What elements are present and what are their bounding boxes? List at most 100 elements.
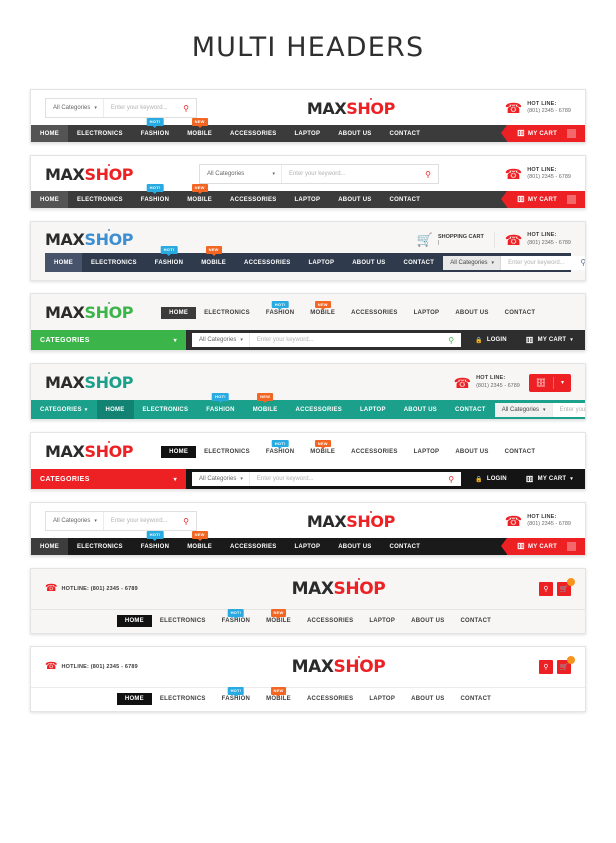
- nav-item-mobile[interactable]: NEW MOBILE: [178, 118, 221, 142]
- nav-item-fashion[interactable]: HOT! FASHION: [258, 439, 302, 458]
- nav-item-contact[interactable]: CONTACT: [446, 400, 495, 419]
- nav-item-fashion[interactable]: HOT! FASHION: [197, 393, 243, 419]
- search-bar[interactable]: All Categories ▾ Enter your keyword... ⚲: [192, 333, 462, 347]
- my-cart-button[interactable]: 🗄 MY CART ▾: [517, 330, 582, 350]
- nav-item-aboutus[interactable]: ABOUT US: [447, 307, 496, 319]
- nav-item-aboutus[interactable]: ABOUT US: [447, 446, 496, 458]
- search-bar[interactable]: All Categories ▾ Enter your keyword... ⚲: [45, 511, 197, 531]
- shopping-cart-block[interactable]: 🛒 SHOPPING CART |: [417, 233, 484, 246]
- nav-item-home[interactable]: HOME: [31, 538, 68, 555]
- nav-item-home[interactable]: HOME: [116, 615, 152, 627]
- brand-logo[interactable]: MAXSHOP: [45, 442, 134, 461]
- nav-item-fashion[interactable]: HOT! FASHION: [146, 246, 192, 272]
- nav-item-laptop[interactable]: LAPTOP: [351, 400, 395, 419]
- brand-logo[interactable]: MAXSHOP: [45, 373, 134, 392]
- nav-item-laptop[interactable]: LAPTOP: [285, 538, 329, 555]
- brand-logo[interactable]: MAXSHOP: [307, 512, 396, 531]
- categories-button[interactable]: CATEGORIES ▾: [31, 469, 186, 489]
- search-icon[interactable]: ⚲: [441, 336, 461, 345]
- nav-item-fashion[interactable]: HOT! FASHION: [132, 184, 178, 208]
- nav-item-accessories[interactable]: ACCESSORIES: [287, 400, 351, 419]
- search-button[interactable]: ⚲: [539, 660, 553, 674]
- search-icon[interactable]: ⚲: [418, 170, 438, 179]
- search-icon[interactable]: ⚲: [176, 517, 196, 526]
- nav-item-contact[interactable]: CONTACT: [452, 615, 499, 627]
- nav-item-electronics[interactable]: ELECTRONICS: [196, 446, 258, 458]
- nav-item-contact[interactable]: CONTACT: [381, 538, 430, 555]
- nav-item-contact[interactable]: CONTACT: [381, 191, 430, 208]
- nav-item-fashion[interactable]: HOT! FASHION: [214, 609, 258, 627]
- search-input[interactable]: Enter your keyword...: [552, 402, 585, 417]
- cart-count-box[interactable]: [565, 191, 585, 208]
- login-button[interactable]: 🔒 LOGIN: [466, 330, 516, 350]
- nav-item-mobile[interactable]: NEW MOBILE: [192, 246, 235, 272]
- my-cart-button[interactable]: 🗄 MY CART: [501, 538, 565, 555]
- nav-item-aboutus[interactable]: ABOUT US: [329, 191, 380, 208]
- my-cart-button[interactable]: 🗄 MY CART: [501, 125, 565, 142]
- nav-item-contact[interactable]: CONTACT: [497, 446, 544, 458]
- nav-item-accessories[interactable]: ACCESSORIES: [235, 253, 299, 272]
- cart-dropdown-button[interactable]: 🗄 ▾: [528, 373, 571, 392]
- nav-item-laptop[interactable]: LAPTOP: [361, 693, 403, 705]
- nav-item-contact[interactable]: CONTACT: [497, 307, 544, 319]
- search-input[interactable]: Enter your keyword...: [104, 518, 176, 524]
- nav-item-laptop[interactable]: LAPTOP: [406, 307, 448, 319]
- nav-item-home[interactable]: HOME: [31, 125, 68, 142]
- nav-item-fashion[interactable]: HOT! FASHION: [258, 300, 302, 319]
- search-icon[interactable]: ⚲: [573, 255, 585, 270]
- brand-logo[interactable]: MAXSHOP: [45, 230, 134, 249]
- nav-item-mobile[interactable]: NEW MOBILE: [302, 300, 343, 319]
- nav-item-laptop[interactable]: LAPTOP: [299, 253, 343, 272]
- brand-logo[interactable]: MAXSHOP: [45, 303, 134, 322]
- cart-button[interactable]: 🛒: [557, 578, 575, 596]
- search-bar[interactable]: All Categories ▾ Enter your keyword... ⚲: [45, 98, 197, 118]
- nav-item-mobile[interactable]: NEW MOBILE: [244, 393, 287, 419]
- categories-button[interactable]: CATEGORIES ▾: [31, 330, 186, 350]
- nav-item-accessories[interactable]: ACCESSORIES: [221, 125, 285, 142]
- nav-item-accessories[interactable]: ACCESSORIES: [221, 191, 285, 208]
- nav-item-electronics[interactable]: ELECTRONICS: [68, 191, 132, 208]
- search-input[interactable]: Enter your keyword...: [104, 105, 176, 111]
- cart-count-box[interactable]: [565, 538, 585, 555]
- cart-button[interactable]: 🛒: [557, 656, 575, 674]
- search-bar[interactable]: All Categories ▾ Enter your keyword... ⚲: [198, 164, 439, 184]
- brand-logo[interactable]: MAXSHOP: [292, 579, 386, 599]
- nav-item-aboutus[interactable]: ABOUT US: [403, 693, 452, 705]
- brand-logo[interactable]: MAXSHOP: [45, 165, 134, 184]
- nav-item-mobile[interactable]: NEW MOBILE: [302, 439, 343, 458]
- nav-item-laptop[interactable]: LAPTOP: [361, 615, 403, 627]
- nav-item-laptop[interactable]: LAPTOP: [406, 446, 448, 458]
- brand-logo[interactable]: MAXSHOP: [292, 657, 386, 677]
- nav-item-home[interactable]: HOME: [31, 191, 68, 208]
- nav-item-aboutus[interactable]: ABOUT US: [329, 538, 380, 555]
- nav-item-electronics[interactable]: ELECTRONICS: [68, 538, 132, 555]
- nav-item-accessories[interactable]: ACCESSORIES: [221, 538, 285, 555]
- nav-item-accessories[interactable]: ACCESSORIES: [343, 446, 405, 458]
- nav-item-electronics[interactable]: ELECTRONICS: [134, 400, 198, 419]
- nav-item-mobile[interactable]: NEW MOBILE: [258, 609, 299, 627]
- nav-item-laptop[interactable]: LAPTOP: [285, 191, 329, 208]
- search-input[interactable]: Enter your keyword...: [250, 337, 441, 343]
- search-category-select[interactable]: All Categories ▾: [443, 255, 502, 270]
- my-cart-button[interactable]: 🗄 MY CART ▾: [517, 469, 582, 489]
- search-category-select[interactable]: All Categories ▾: [192, 333, 250, 347]
- nav-item-aboutus[interactable]: ABOUT US: [343, 253, 394, 272]
- search-bar[interactable]: All Categories ▾ Enter your keyword... ⚲: [192, 472, 462, 486]
- nav-item-electronics[interactable]: ELECTRONICS: [82, 253, 146, 272]
- nav-item-electronics[interactable]: ELECTRONICS: [196, 307, 258, 319]
- nav-item-aboutus[interactable]: ABOUT US: [403, 615, 452, 627]
- nav-item-aboutus[interactable]: ABOUT US: [395, 400, 446, 419]
- login-button[interactable]: 🔒 LOGIN: [466, 469, 516, 489]
- nav-item-categories[interactable]: CATEGORIES ▾: [31, 400, 97, 419]
- search-category-select[interactable]: All Categories ▾: [46, 512, 104, 530]
- cart-count-box[interactable]: [565, 125, 585, 142]
- nav-item-laptop[interactable]: LAPTOP: [285, 125, 329, 142]
- search-input[interactable]: Enter your keyword...: [282, 171, 418, 177]
- my-cart-button[interactable]: 🗄 MY CART: [501, 191, 565, 208]
- nav-item-accessories[interactable]: ACCESSORIES: [299, 693, 361, 705]
- nav-item-home[interactable]: HOME: [161, 306, 197, 319]
- nav-item-mobile[interactable]: NEW MOBILE: [258, 687, 299, 705]
- nav-item-mobile[interactable]: NEW MOBILE: [178, 531, 221, 555]
- nav-item-electronics[interactable]: ELECTRONICS: [152, 615, 214, 627]
- search-button[interactable]: ⚲: [539, 582, 553, 596]
